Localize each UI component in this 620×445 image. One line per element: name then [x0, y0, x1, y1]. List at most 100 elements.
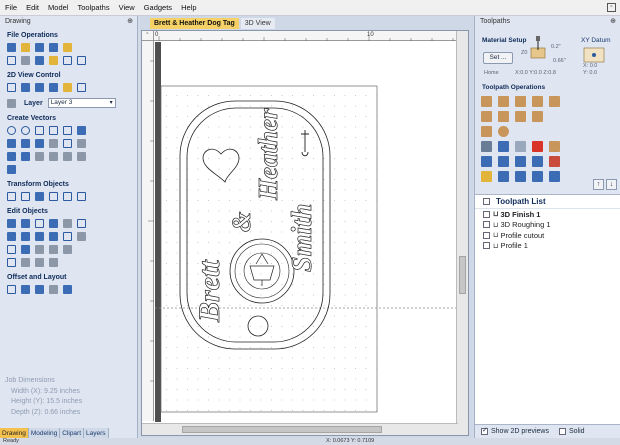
- nesting-icon[interactable]: [35, 245, 44, 254]
- recalculate-icon[interactable]: [549, 156, 560, 167]
- delete-icon[interactable]: [77, 232, 86, 241]
- show-2d-previews-checkbox[interactable]: [481, 426, 488, 435]
- merge-template-icon[interactable]: [515, 171, 526, 182]
- pin-icon[interactable]: ⊕: [127, 16, 133, 27]
- drawing-canvas[interactable]: Brett & Heather Smith: [155, 42, 456, 422]
- fillet-vector-icon[interactable]: [49, 232, 58, 241]
- tool-database-icon[interactable]: [481, 156, 492, 167]
- toolpath-item[interactable]: ⊔ Profile 1: [475, 241, 620, 252]
- zoom-extents-icon[interactable]: [7, 83, 16, 92]
- vertical-scroll-thumb[interactable]: [459, 256, 466, 294]
- toolpath-list-select-all[interactable]: [483, 198, 490, 205]
- align-text-icon[interactable]: [7, 165, 16, 174]
- text-on-curve-icon[interactable]: [21, 152, 30, 161]
- 2d-view-window[interactable]: ▫ 0 10 Brett & Heather Smith: [141, 30, 469, 436]
- solid-checkbox[interactable]: [558, 428, 566, 435]
- toolpath-template-icon[interactable]: [498, 171, 509, 182]
- distort-icon[interactable]: [77, 192, 86, 201]
- vcarve-toolpath-icon[interactable]: [532, 96, 543, 107]
- subtract-icon[interactable]: [21, 232, 30, 241]
- save-toolpath-icon[interactable]: [481, 171, 492, 182]
- edit-toolpath-icon[interactable]: [498, 141, 509, 152]
- align-icon[interactable]: [21, 192, 30, 201]
- move-up-icon[interactable]: ↑: [593, 179, 604, 190]
- curve-fit-icon[interactable]: [21, 245, 30, 254]
- horizontal-scrollbar[interactable]: [142, 423, 458, 435]
- grid-icon[interactable]: [77, 83, 86, 92]
- text-icon[interactable]: [7, 152, 16, 161]
- tab-3d-view[interactable]: 3D View: [240, 18, 275, 29]
- nest-parts-icon[interactable]: [49, 285, 58, 294]
- offset-icon[interactable]: [63, 245, 72, 254]
- polygon-icon[interactable]: [49, 126, 58, 135]
- moulding-toolpath-icon[interactable]: [532, 111, 543, 122]
- redo-icon[interactable]: [77, 56, 86, 65]
- pin-icon[interactable]: ⊕: [610, 16, 616, 27]
- fit-to-curve-icon[interactable]: [63, 285, 72, 294]
- pan-icon[interactable]: [63, 83, 72, 92]
- toolpath-visibility-checkbox[interactable]: [483, 210, 490, 218]
- vertical-scrollbar[interactable]: [456, 31, 468, 435]
- menu-view[interactable]: View: [119, 3, 135, 12]
- move-icon[interactable]: [7, 192, 16, 201]
- mirror-icon[interactable]: [63, 192, 72, 201]
- fillet-icon[interactable]: [49, 139, 58, 148]
- circle-icon[interactable]: [7, 126, 16, 135]
- profile-toolpath-icon[interactable]: [481, 96, 492, 107]
- polyline-icon[interactable]: [7, 139, 16, 148]
- copy-toolpath-icon[interactable]: [515, 141, 526, 152]
- copy-icon[interactable]: [35, 56, 44, 65]
- arc-icon[interactable]: [77, 126, 86, 135]
- toolpath-summary-icon[interactable]: [515, 156, 526, 167]
- paste-icon[interactable]: [49, 56, 58, 65]
- join-icon[interactable]: [35, 219, 44, 228]
- node-edit-icon[interactable]: [77, 139, 86, 148]
- restore-window-icon[interactable]: ▫: [607, 3, 616, 12]
- layer-select[interactable]: Layer 3 ▾: [47, 98, 116, 108]
- rectangle-icon[interactable]: [35, 126, 44, 135]
- weld-icon[interactable]: [7, 232, 16, 241]
- save-all-icon[interactable]: [532, 171, 543, 182]
- close-vector-icon[interactable]: [49, 219, 58, 228]
- shapes-icon[interactable]: [49, 152, 58, 161]
- tile-toolpath-icon[interactable]: [549, 171, 560, 182]
- zoom-in-icon[interactable]: [35, 83, 44, 92]
- dimension-icon[interactable]: [35, 152, 44, 161]
- save-icon[interactable]: [35, 43, 44, 52]
- open-file-icon[interactable]: [21, 43, 30, 52]
- new-file-icon[interactable]: [7, 43, 16, 52]
- save-as-icon[interactable]: [49, 43, 58, 52]
- cut-icon[interactable]: [21, 56, 30, 65]
- font-icon[interactable]: [77, 152, 86, 161]
- offset-vectors-icon[interactable]: [7, 285, 16, 294]
- move-down-icon[interactable]: ↓: [606, 179, 617, 190]
- menu-gadgets[interactable]: Gadgets: [144, 3, 172, 12]
- import-icon[interactable]: [63, 43, 72, 52]
- smooth-icon[interactable]: [63, 232, 72, 241]
- quick-engrave-icon[interactable]: [481, 111, 492, 122]
- toolpath-visibility-checkbox[interactable]: [483, 242, 490, 250]
- prism-toolpath-icon[interactable]: [515, 111, 526, 122]
- finishing-3d-icon[interactable]: [498, 126, 509, 137]
- arrow-icon[interactable]: [49, 258, 58, 267]
- material-set-button[interactable]: Set ...: [483, 52, 513, 64]
- group-icon[interactable]: [7, 219, 16, 228]
- break-icon[interactable]: [7, 245, 16, 254]
- chevron-right-icon[interactable]: [35, 258, 44, 267]
- bezier-icon[interactable]: [35, 139, 44, 148]
- toolpath-item[interactable]: ⊔ 3D Roughing 1: [475, 220, 620, 231]
- toolpath-item[interactable]: ⊔ Profile cutout: [475, 230, 620, 241]
- intersect-icon[interactable]: [35, 232, 44, 241]
- texture-toolpath-icon[interactable]: [481, 141, 492, 152]
- merge-toolpath-icon[interactable]: [549, 141, 560, 152]
- inlay-toolpath-icon[interactable]: [549, 96, 560, 107]
- job-setup-icon[interactable]: [7, 56, 16, 65]
- zoom-box-icon[interactable]: [21, 83, 30, 92]
- tab-document[interactable]: Brett & Heather Dog Tag: [150, 18, 239, 29]
- extend-icon[interactable]: [77, 219, 86, 228]
- fluting-toolpath-icon[interactable]: [498, 111, 509, 122]
- corner-icon[interactable]: [63, 139, 72, 148]
- preview-toolpaths-icon[interactable]: [498, 156, 509, 167]
- menu-help[interactable]: Help: [181, 3, 196, 12]
- template-icon[interactable]: [532, 156, 543, 167]
